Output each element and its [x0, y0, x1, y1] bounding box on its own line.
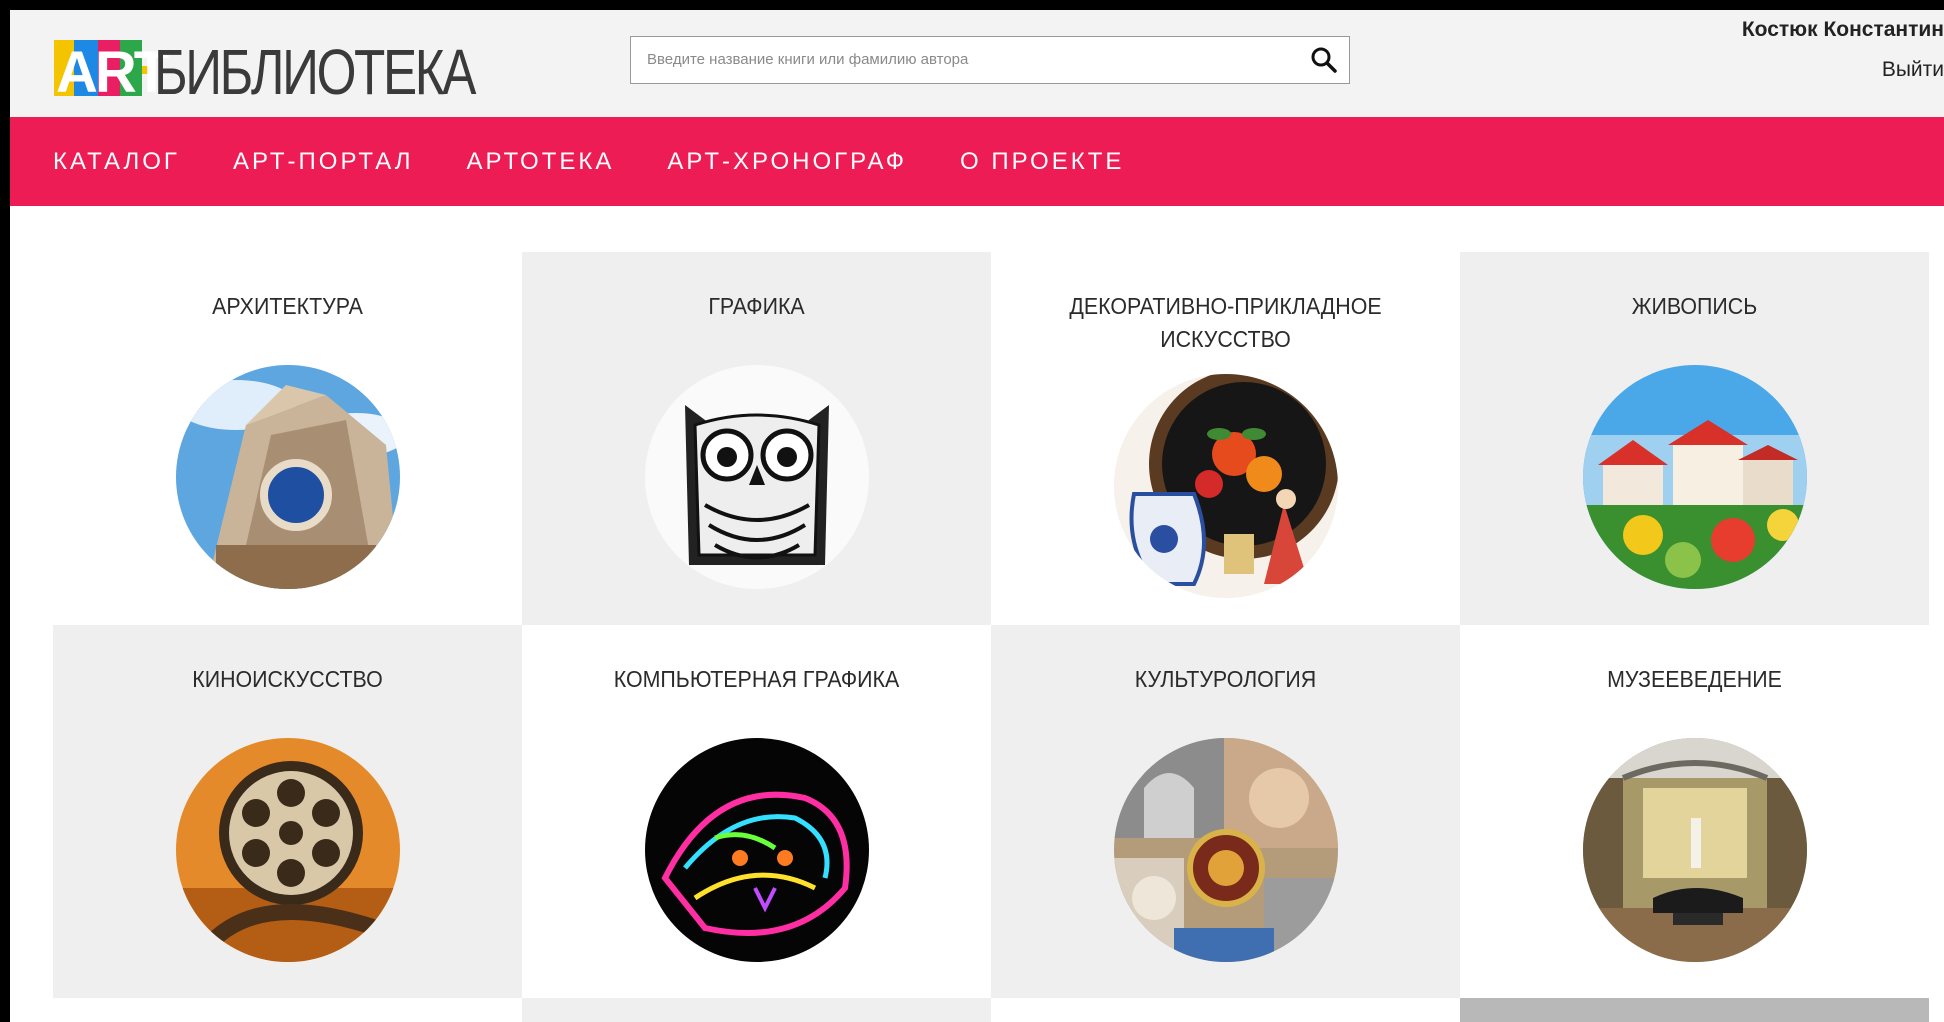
logout-link[interactable]: Выйти — [1742, 58, 1944, 82]
next-row-preview — [53, 998, 1933, 1022]
museum-hall-image — [1583, 738, 1807, 962]
nav-about[interactable]: О ПРОЕКТЕ — [960, 148, 1124, 176]
search-box — [630, 36, 1350, 84]
logo-graphic: ART БИБЛИОТЕКА — [54, 36, 480, 100]
nav-catalog[interactable]: КАТАЛОГ — [53, 148, 180, 176]
logo-art-text: ART — [56, 40, 169, 100]
svg-text:БИБЛИОТЕКА: БИБЛИОТЕКА — [154, 36, 477, 100]
nav-art-chronograph[interactable]: АРТ-ХРОНОГРАФ — [667, 148, 907, 176]
main-nav: КАТАЛОГ АРТ-ПОРТАЛ АРТОТЕКА АРТ-ХРОНОГРА… — [10, 117, 1944, 206]
user-name[interactable]: Костюк Константин — [1742, 18, 1944, 42]
search-icon — [1311, 47, 1337, 73]
category-title: КОМПЬЮТЕРНАЯ ГРАФИКА — [613, 666, 900, 692]
header: ART БИБЛИОТЕКА Костюк Константин Выйти — [10, 10, 1944, 117]
category-title: ЖИВОПИСЬ — [1631, 293, 1758, 319]
category-tile-museology[interactable]: МУЗЕЕВЕДЕНИЕ — [1460, 625, 1929, 998]
nav-art-portal[interactable]: АРТ-ПОРТАЛ — [233, 148, 414, 176]
painting-image — [1583, 365, 1807, 589]
category-title: КУЛЬТУРОЛОГИЯ — [1134, 666, 1317, 692]
neon-leopard-image — [645, 738, 869, 962]
category-grid: АРХИТЕКТУРА ГРАФИКА ДЕКОРАТИВНО-ПРИКЛАДН… — [53, 252, 1933, 998]
cathedral-image — [176, 365, 400, 589]
category-tile-decorative-arts[interactable]: ДЕКОРАТИВНО-ПРИКЛАДНОЕ ИСКУССТВО — [991, 252, 1460, 625]
category-tile-architecture[interactable]: АРХИТЕКТУРА — [53, 252, 522, 625]
user-panel: Костюк Константин Выйти — [1742, 18, 1944, 82]
category-title: ГРАФИКА — [708, 293, 805, 319]
nav-artoteka[interactable]: АРТОТЕКА — [467, 148, 615, 176]
category-title: КИНОИСКУССТВО — [192, 666, 383, 692]
search-button[interactable] — [1309, 45, 1339, 75]
category-tile-computer-graphics[interactable]: КОМПЬЮТЕРНАЯ ГРАФИКА — [522, 625, 991, 998]
category-tile-painting[interactable]: ЖИВОПИСЬ — [1460, 252, 1929, 625]
search-input[interactable] — [631, 37, 1291, 81]
page: ART БИБЛИОТЕКА Костюк Константин Выйти К… — [10, 10, 1944, 1022]
category-tile-cinema[interactable]: КИНОИСКУССТВО — [53, 625, 522, 998]
owl-image — [645, 365, 869, 589]
category-tile-culturology[interactable]: КУЛЬТУРОЛОГИЯ — [991, 625, 1460, 998]
category-tile-graphics[interactable]: ГРАФИКА — [522, 252, 991, 625]
category-title: АРХИТЕКТУРА — [212, 293, 363, 319]
category-title: МУЗЕЕВЕДЕНИЕ — [1607, 666, 1782, 692]
site-logo[interactable]: ART БИБЛИОТЕКА — [50, 30, 570, 100]
film-reel-image — [176, 738, 400, 962]
culture-collage-image — [1114, 738, 1338, 962]
decorative-tray-image — [1114, 374, 1338, 598]
category-title: ДЕКОРАТИВНО-ПРИКЛАДНОЕ ИСКУССТВО — [1069, 293, 1382, 352]
